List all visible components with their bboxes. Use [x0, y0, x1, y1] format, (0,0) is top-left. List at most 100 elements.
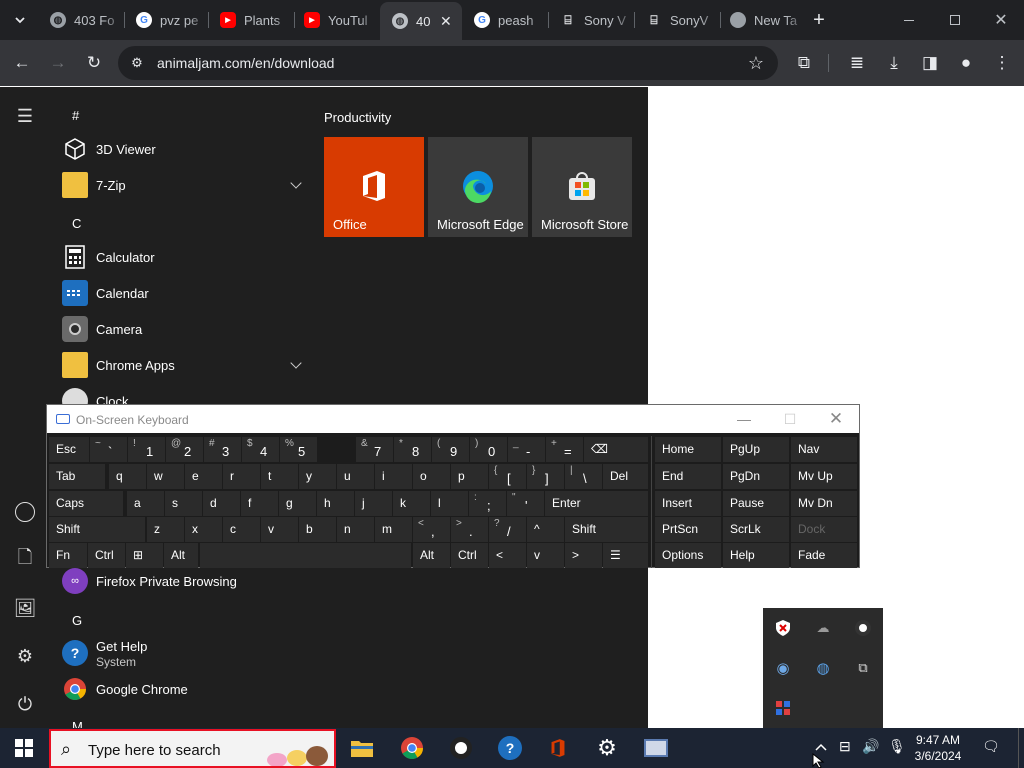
key-r[interactable]: r — [223, 464, 260, 489]
key-del[interactable]: Del — [603, 464, 648, 489]
key-[interactable]: | \ — [565, 464, 602, 489]
key-t[interactable]: t — [261, 464, 298, 489]
app-chrome-apps[interactable]: Chrome Apps — [62, 347, 302, 383]
vpn-icon[interactable]: ◍ — [814, 659, 832, 677]
notification-center-button[interactable]: 🗨 — [982, 738, 1000, 755]
key-caps[interactable]: Caps — [49, 491, 123, 516]
key-h[interactable]: h — [317, 491, 354, 516]
security-shield-icon[interactable] — [774, 619, 792, 637]
key-[interactable]: ~ ` — [90, 437, 127, 462]
key-1[interactable]: ! 1 — [128, 437, 165, 462]
key-x[interactable]: x — [185, 517, 222, 542]
key-k[interactable]: k — [393, 491, 430, 516]
app-camera[interactable]: Camera — [62, 311, 302, 347]
microphone-icon[interactable]: 🎙 — [888, 738, 906, 755]
osk-title-bar[interactable]: On-Screen Keyboard — ☐ ✕ — [47, 405, 859, 433]
osk-minimize-button[interactable]: — — [721, 405, 767, 433]
close-icon[interactable]: ✕ — [440, 13, 462, 30]
key-[interactable]: " ' — [507, 491, 544, 516]
pictures-icon[interactable]: 🖼 — [12, 595, 38, 621]
key-ctrl[interactable]: Ctrl — [88, 543, 125, 568]
key-[interactable]: < — [489, 543, 526, 568]
reload-button[interactable]: ↻ — [80, 49, 108, 77]
taskbar-file-explorer[interactable] — [346, 732, 378, 764]
key-pause[interactable]: Pause — [723, 491, 789, 516]
tab-search-button[interactable] — [6, 6, 34, 34]
letter-header-hash[interactable]: # — [72, 108, 79, 123]
power-icon[interactable]: ⏻ — [12, 691, 38, 717]
key-e[interactable]: e — [185, 464, 222, 489]
tab-4[interactable]: ▶ YouTul — [292, 4, 380, 36]
tab-active[interactable]: ◍ 40 ✕ — [380, 2, 462, 40]
restore-button[interactable] — [932, 0, 978, 40]
key-mvdn[interactable]: Mv Dn — [791, 491, 857, 516]
key-o[interactable]: o — [413, 464, 450, 489]
side-panel-button[interactable]: ◨ — [916, 49, 944, 77]
key-help[interactable]: Help — [723, 543, 789, 568]
tab-1[interactable]: ◍ 403 Fo — [38, 4, 124, 36]
key-a[interactable]: a — [127, 491, 164, 516]
bookmark-star-icon[interactable]: ☆ — [748, 53, 764, 74]
tile-group-title[interactable]: Productivity — [324, 110, 391, 125]
key-9[interactable]: (9 — [432, 437, 469, 462]
network-icon[interactable]: ⊟ — [839, 738, 851, 755]
key-end[interactable]: End — [655, 464, 721, 489]
app-get-help[interactable]: ? Get Help System — [62, 633, 302, 673]
profile-button[interactable]: ● — [952, 49, 980, 77]
key-scrlk[interactable]: ScrLk — [723, 517, 789, 542]
volume-icon[interactable]: 🔊 — [862, 738, 879, 755]
key-v[interactable]: v — [527, 543, 564, 568]
hamburger-icon[interactable]: ☰ — [12, 103, 38, 129]
key-tab[interactable]: Tab — [49, 464, 105, 489]
address-bar[interactable]: ⚙ animaljam.com/en/download ☆ — [118, 46, 778, 80]
tile-office[interactable]: Office — [324, 137, 424, 237]
tab-8[interactable]: ⌸ SonyV — [634, 4, 720, 36]
key-n[interactable]: n — [337, 517, 374, 542]
key-enter[interactable]: Enter — [545, 491, 648, 516]
new-tab-button[interactable]: + — [805, 6, 833, 34]
app-3d-viewer[interactable]: 3D Viewer — [62, 131, 302, 167]
key-f[interactable]: f — [241, 491, 278, 516]
key-[interactable]: >. — [451, 517, 488, 542]
letter-header-g[interactable]: G — [72, 613, 82, 628]
show-desktop-button[interactable] — [1018, 728, 1024, 768]
key-8[interactable]: * 8 — [394, 437, 431, 462]
back-button[interactable]: ← — [8, 49, 36, 77]
extensions-button[interactable]: ⧉ — [790, 49, 818, 77]
menu-button[interactable]: ⋮ — [988, 49, 1016, 77]
key-dock[interactable]: Dock — [791, 517, 857, 542]
key-3[interactable]: #3 — [204, 437, 241, 462]
key-[interactable]: > — [565, 543, 602, 568]
key-alt[interactable]: Alt — [164, 543, 198, 568]
app-google-chrome[interactable]: Google Chrome — [62, 671, 302, 707]
key-prtscn[interactable]: PrtScn — [655, 517, 721, 542]
start-button[interactable] — [0, 728, 48, 768]
key-i[interactable]: i — [375, 464, 412, 489]
key-g[interactable]: g — [279, 491, 316, 516]
key-mvup[interactable]: Mv Up — [791, 464, 857, 489]
key-m[interactable]: m — [375, 517, 412, 542]
key-insert[interactable]: Insert — [655, 491, 721, 516]
key-fn[interactable]: Fn — [49, 543, 87, 568]
key-[interactable]: <, — [413, 517, 450, 542]
key-7[interactable]: & 7 — [356, 437, 393, 462]
documents-icon[interactable]: 🗋 — [12, 547, 38, 573]
onedrive-offline-icon[interactable]: ☁ — [814, 619, 832, 637]
site-info-icon[interactable]: ⚙ — [128, 54, 146, 72]
taskbar-remote-desktop[interactable] — [640, 732, 672, 764]
key-esc[interactable]: Esc — [49, 437, 89, 462]
tab-3[interactable]: ▶ Plants — [208, 4, 294, 36]
taskbar-search-box[interactable]: ⌕ Type here to search — [49, 729, 336, 768]
key-[interactable]: ⊞ — [126, 543, 163, 568]
app-grid-icon[interactable] — [774, 699, 792, 717]
app-calculator[interactable]: Calculator — [62, 239, 302, 275]
key-j[interactable]: j — [355, 491, 392, 516]
osk-maximize-button[interactable]: ☐ — [767, 405, 813, 433]
taskbar-chrome[interactable] — [396, 732, 428, 764]
key-y[interactable]: y — [299, 464, 336, 489]
obs-icon[interactable] — [854, 619, 872, 637]
forward-button[interactable]: → — [44, 49, 72, 77]
app-7-zip[interactable]: 7-Zip — [62, 167, 302, 203]
tray-overflow-button[interactable] — [815, 738, 827, 754]
key-[interactable]: }] — [527, 464, 564, 489]
